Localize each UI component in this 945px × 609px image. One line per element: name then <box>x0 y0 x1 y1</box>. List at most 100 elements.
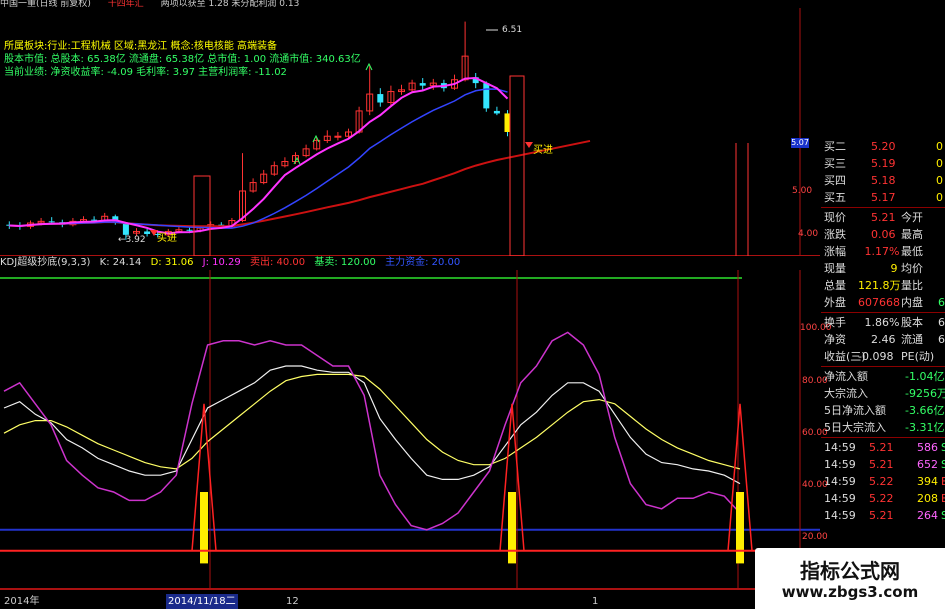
quote-label: 总量 <box>824 279 846 292</box>
quote-row: 外盘 607668内盘 610 <box>821 294 945 311</box>
up-arrow-marker <box>365 62 373 71</box>
tick-time: 14:59 <box>824 475 856 488</box>
candle-body <box>377 94 384 103</box>
kdj-header: KDJ超级抄底(9,3,3) K: 24.14 D: 31.06 J: 10.2… <box>0 256 820 270</box>
top-indicator: 十四年汇 <box>107 0 144 8</box>
quote-label-2: 均价 <box>901 262 923 275</box>
tick-vol: 394 <box>917 475 938 488</box>
flow-value: -3.31亿 <box>905 421 945 434</box>
kdj-series-d <box>3 373 741 470</box>
flow-row: 大宗流入 -9256万 <box>821 385 945 402</box>
fundamental-row: 收益(三) -0.098 PE(动) <box>821 348 945 365</box>
tick-vol: 264 <box>917 509 938 522</box>
quote-label: 涨幅 <box>824 245 846 258</box>
date-jan: 1 <box>592 596 599 607</box>
quote-label-2: 内盘 <box>901 296 923 309</box>
signal-bar <box>200 492 208 564</box>
fund-label: 净资 <box>824 333 846 346</box>
order-vol: 0 <box>936 140 943 153</box>
flow-row: 5日大宗流入 -3.31亿 <box>821 419 945 436</box>
order-book-row: 买三 5.19 0 <box>821 155 945 172</box>
order-vol: 0 <box>936 191 943 204</box>
top-info: 两项以获至 1.28 未分配利润 0.13 <box>160 0 300 8</box>
order-vol: 0 <box>936 157 943 170</box>
tick-side: S <box>941 441 945 454</box>
order-label: 买三 <box>824 157 846 170</box>
watermark-title: 指标公式网 <box>800 559 900 583</box>
tick-side: S <box>941 509 945 522</box>
candle-body <box>144 231 151 234</box>
order-vol: 0 <box>936 174 943 187</box>
flow-label: 5日大宗流入 <box>824 421 886 434</box>
ma-short-line <box>9 77 509 235</box>
candle-body <box>419 83 426 86</box>
flow-label: 5日净流入额 <box>824 404 886 417</box>
candle-body <box>334 135 342 138</box>
kdj-chart[interactable] <box>0 270 820 594</box>
tick-vol: 586 <box>917 441 938 454</box>
order-label: 买五 <box>824 191 846 204</box>
panel-separator <box>821 366 945 367</box>
kdj-j-value: J: 10.29 <box>202 257 241 268</box>
flow-label: 大宗流入 <box>824 387 868 400</box>
watermark-url: www.zbgs3.com <box>781 583 919 601</box>
fund-label-2: 股本 <box>901 316 923 329</box>
price-tick-4: 4.00 <box>798 229 819 239</box>
fund-value: 1.86% <box>864 316 900 329</box>
up-arrow-marker <box>293 156 301 165</box>
panel-separator <box>821 207 945 208</box>
chart-title: 中国一重(日线 前复权) <box>0 0 91 8</box>
order-price: 5.18 <box>871 174 896 187</box>
quote-value: 1.17% <box>864 245 900 258</box>
flow-value: -3.66亿 <box>905 404 945 417</box>
quote-label-2: 最低 <box>901 245 923 258</box>
watermark: 指标公式网 www.zbgs3.com <box>755 548 945 609</box>
sector-info-line: 所属板块:行业:工程机械 区域:黑龙江 概念:核电核能 高端装备 <box>4 40 277 53</box>
quote-value: 121.8万 <box>858 279 901 292</box>
order-label: 买二 <box>824 140 846 153</box>
kdj-extra: 主力资金: 20.00 <box>385 257 461 268</box>
tick-row: 14:59 5.22 208 B <box>821 490 945 507</box>
quote-row: 总量 121.8万 量比 <box>821 277 945 294</box>
tick-price: 5.22 <box>869 475 894 488</box>
tick-price: 5.21 <box>869 441 894 454</box>
ma-mid-line <box>9 88 508 229</box>
kdj-d-value: D: 31.06 <box>150 257 194 268</box>
quote-row: 现价 5.21 今开 <box>821 209 945 226</box>
top-title-bar: 中国一重(日线 前复权) 十四年汇 两项以获至 1.28 未分配利润 0.13 <box>0 0 945 8</box>
tick-time: 14:59 <box>824 458 856 471</box>
tick-row: 14:59 5.21 586 S <box>821 439 945 456</box>
quote-value-2: 610 <box>938 296 945 309</box>
order-label: 买四 <box>824 174 846 187</box>
earnings-info-line: 当前业绩: 净资收益率: -4.09 毛利率: 3.97 主营利润率: -11.… <box>4 66 287 79</box>
kdj-name: KDJ超级抄底(9,3,3) <box>0 257 91 268</box>
quote-label-2: 最高 <box>901 228 923 241</box>
signal-bar <box>736 492 744 564</box>
date-cursor[interactable]: 2014/11/18二 <box>166 594 238 609</box>
kdj-bottom-border <box>0 588 820 590</box>
candle-body <box>186 229 193 231</box>
kdj-k-value: K: 24.14 <box>99 257 142 268</box>
buy-signal-2: 买进 <box>533 144 553 156</box>
fund-value: -0.098 <box>858 350 894 363</box>
sector-info: 所属板块:行业:工程机械 区域:黑龙江 概念:核电核能 高端装备 <box>4 41 278 52</box>
quote-value: 9 <box>890 262 898 275</box>
fund-value-2: 65 <box>938 333 945 346</box>
tick-side: S <box>941 458 945 471</box>
panel-separator <box>821 312 945 313</box>
date-start: 2014年 <box>4 596 40 607</box>
buy-signal-1: 买进 <box>157 232 177 244</box>
tick-time: 14:59 <box>824 441 856 454</box>
order-book-row: 买四 5.18 0 <box>821 172 945 189</box>
panel-separator <box>821 437 945 438</box>
candle-body <box>483 83 490 109</box>
flow-value: -1.04亿 <box>905 370 945 383</box>
tick-row: 14:59 5.22 394 B <box>821 473 945 490</box>
tick-time: 14:59 <box>824 509 856 522</box>
flow-row: 净流入额 -1.04亿 <box>821 368 945 385</box>
quote-value: 0.06 <box>871 228 896 241</box>
tick-price: 5.21 <box>869 458 894 471</box>
fundamental-row: 净资 2.46 流通 65 <box>821 331 945 348</box>
tick-price: 5.21 <box>869 509 894 522</box>
earnings-info: 当前业绩: 净资收益率: -4.09 毛利率: 3.97 主营利润率: -11.… <box>4 67 287 78</box>
